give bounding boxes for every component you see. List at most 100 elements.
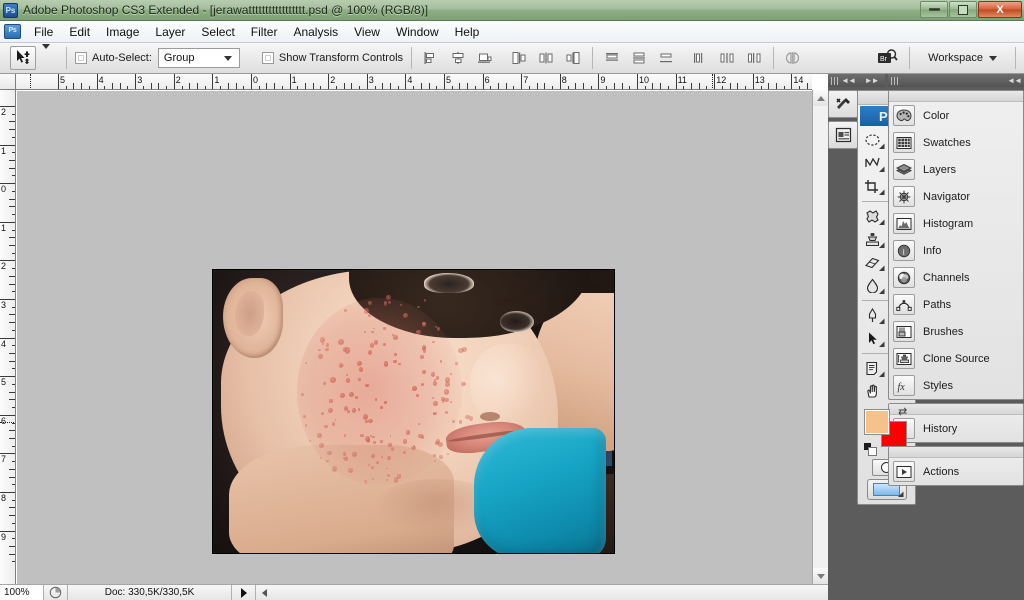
swap-colors-icon[interactable]: ⇄: [898, 405, 907, 418]
ruler-label: 5: [1, 377, 7, 388]
ruler-subtick: [9, 129, 15, 131]
align-bottom-edges-button[interactable]: [562, 47, 584, 69]
photo-blemish: [318, 348, 321, 351]
align-left-edges-button[interactable]: [420, 47, 442, 69]
panel-button-layers[interactable]: Layers: [889, 156, 1023, 183]
ruler-subtick: [9, 244, 15, 246]
tool-presets-panel-button[interactable]: [828, 90, 858, 118]
menu-edit[interactable]: Edit: [61, 23, 98, 41]
panel-button-histogram[interactable]: Histogram: [889, 210, 1023, 237]
zoom-level-field[interactable]: 100%: [0, 585, 44, 600]
menu-filter[interactable]: Filter: [243, 23, 286, 41]
menu-file[interactable]: File: [26, 23, 61, 41]
ruler-subtick: [9, 476, 15, 478]
panel-button-actions[interactable]: Actions: [889, 458, 1023, 485]
clone-stamp-tool-button[interactable]: [858, 228, 887, 251]
elliptical-marquee-tool-button[interactable]: [858, 129, 887, 152]
toolbox-grip[interactable]: ►►: [858, 74, 885, 87]
path-selection-tool-button[interactable]: [858, 327, 887, 350]
ruler-origin-corner[interactable]: [0, 74, 16, 90]
vertical-scrollbar[interactable]: [812, 90, 829, 584]
panel-button-color[interactable]: Color: [889, 102, 1023, 129]
canvas-scroll-area[interactable]: [17, 91, 812, 584]
auto-align-layers-button[interactable]: [782, 47, 804, 69]
distribute-right-edges-button[interactable]: [743, 47, 765, 69]
minimize-button[interactable]: [920, 1, 948, 18]
ruler-subtick: [9, 399, 15, 401]
distribute-left-edges-button[interactable]: [689, 47, 711, 69]
default-colors-icon[interactable]: [864, 443, 877, 456]
panel-button-styles[interactable]: fx Styles: [889, 372, 1023, 399]
panel-button-brushes[interactable]: Brushes: [889, 318, 1023, 345]
menu-window[interactable]: Window: [388, 23, 447, 41]
panel-group-3-header[interactable]: [889, 447, 1023, 458]
document-image[interactable]: [212, 269, 615, 554]
panel-button-navigator[interactable]: Navigator: [889, 183, 1023, 210]
auto-select-checkbox[interactable]: [75, 52, 87, 64]
panel-group-1-header[interactable]: [889, 91, 1023, 102]
close-button[interactable]: X: [978, 1, 1022, 18]
distribute-bottom-edges-button[interactable]: [655, 47, 677, 69]
menu-select[interactable]: Select: [193, 23, 242, 41]
auto-select-dropdown[interactable]: Group: [157, 48, 240, 68]
layer-comps-panel-button[interactable]: [828, 121, 858, 149]
pen-tool-button[interactable]: [858, 304, 887, 327]
preview-thumbnail[interactable]: [44, 585, 68, 600]
restore-button[interactable]: [949, 1, 977, 18]
panel-label-histogram: Histogram: [923, 217, 974, 230]
menu-image[interactable]: Image: [98, 23, 147, 41]
status-extra[interactable]: [256, 585, 828, 600]
ruler-subtick: [9, 546, 15, 548]
photo-blemish: [450, 400, 452, 403]
eraser-tool-button[interactable]: [858, 251, 887, 274]
foreground-color-swatch[interactable]: [864, 409, 890, 435]
panel-button-info[interactable]: i Info: [889, 237, 1023, 264]
workspace-button[interactable]: Workspace: [918, 49, 1007, 67]
patch-healing-tool-button[interactable]: [858, 205, 887, 228]
scroll-down-button[interactable]: [813, 568, 829, 584]
horizontal-ruler[interactable]: 5 4 3 2 1 0 1 2 3 4 5 6 7 8 9 10 11 12 13 14: [16, 74, 812, 90]
panel-button-swatches[interactable]: Swatches: [889, 129, 1023, 156]
active-tool-button[interactable]: [10, 46, 36, 70]
ruler-subtick: [505, 83, 507, 89]
panel-button-paths[interactable]: Paths: [889, 291, 1023, 318]
lasso-tool-button[interactable]: [858, 152, 887, 175]
distribute-vertical-centers-button[interactable]: [628, 47, 650, 69]
vertical-ruler[interactable]: 2 1 0 1 2 3 4 5 6 7 8 9: [0, 90, 16, 584]
clone-source-icon: [893, 348, 915, 369]
dock-mini-grip[interactable]: ◄◄: [828, 74, 858, 87]
menu-layer[interactable]: Layer: [147, 23, 193, 41]
distribute-top-edges-button[interactable]: [601, 47, 623, 69]
ruler-label: 3: [1, 300, 7, 310]
show-transform-checkbox[interactable]: [261, 52, 274, 64]
launch-bridge-button[interactable]: Br: [875, 46, 901, 70]
scroll-up-button[interactable]: [813, 90, 829, 106]
ruler-subtick: [335, 86, 337, 89]
ruler-subtick: [9, 206, 15, 208]
notes-tool-button[interactable]: [858, 357, 887, 380]
menu-help[interactable]: Help: [447, 23, 488, 41]
tool-preset-chevron[interactable]: [42, 44, 50, 67]
photo-blemish: [322, 381, 327, 386]
ruler-subtick: [88, 86, 90, 89]
panel-button-channels[interactable]: Channels: [889, 264, 1023, 291]
align-right-edges-button[interactable]: [474, 47, 496, 69]
distribute-horizontal-centers-button[interactable]: [716, 47, 738, 69]
panel-button-clone-source[interactable]: Clone Source: [889, 345, 1023, 372]
align-top-edges-button[interactable]: [508, 47, 530, 69]
photo-blemish: [392, 334, 398, 341]
align-horizontal-centers-button[interactable]: [447, 47, 469, 69]
blur-tool-button[interactable]: [858, 274, 887, 297]
panel-group-2-header[interactable]: [889, 404, 1023, 415]
align-vertical-centers-button[interactable]: [535, 47, 557, 69]
menu-view[interactable]: View: [346, 23, 388, 41]
photo-blemish: [348, 391, 355, 397]
hand-tool-button[interactable]: [858, 380, 887, 403]
crop-tool-button[interactable]: [858, 175, 887, 198]
panel-button-history[interactable]: History: [889, 415, 1023, 442]
status-menu-button[interactable]: [232, 585, 256, 600]
panel-dock-grip[interactable]: ◄◄: [888, 74, 1024, 87]
menu-analysis[interactable]: Analysis: [285, 23, 346, 41]
brushes-icon: [893, 321, 915, 342]
photo-blemish: [382, 343, 386, 347]
